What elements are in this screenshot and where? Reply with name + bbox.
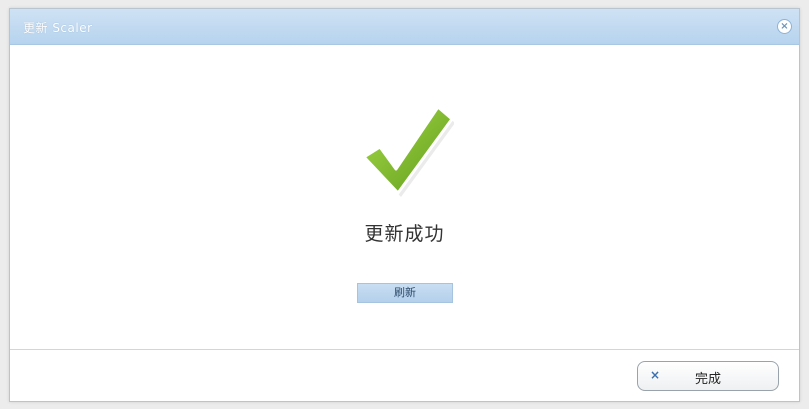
refresh-button[interactable]: 刷新 xyxy=(357,283,453,303)
done-button-label: 完成 xyxy=(694,372,721,387)
checkmark-icon xyxy=(362,105,454,197)
dialog-content: 更新成功 刷新 xyxy=(10,45,799,349)
done-button[interactable]: × 完成 xyxy=(637,361,779,391)
update-dialog: 更新 Scaler × 更新成功 刷新 × 完成 xyxy=(9,8,800,402)
dialog-titlebar[interactable]: 更新 Scaler × xyxy=(10,9,799,45)
dialog-footer: × 完成 xyxy=(10,350,799,401)
status-message: 更新成功 xyxy=(364,223,445,245)
dialog-title: 更新 Scaler xyxy=(23,21,93,35)
close-icon[interactable]: × xyxy=(777,19,792,34)
